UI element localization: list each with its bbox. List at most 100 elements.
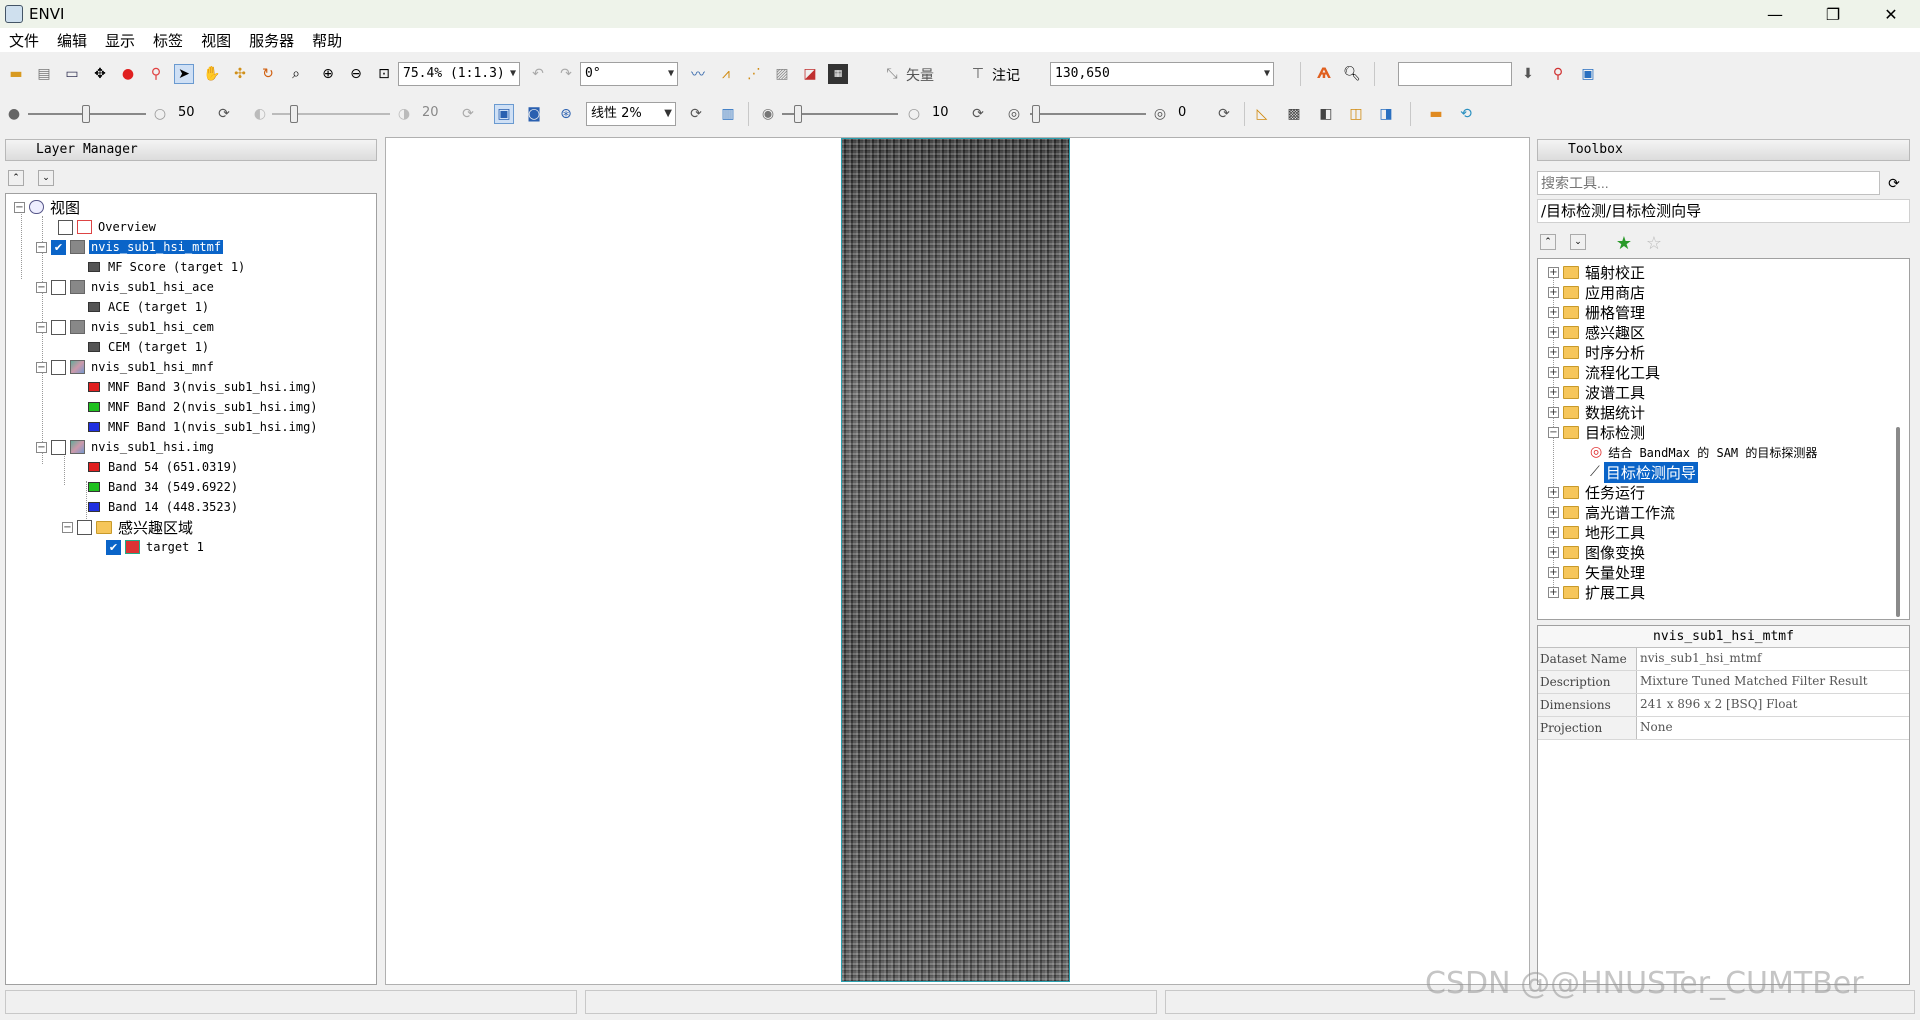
open-folder-icon[interactable]: ▬ bbox=[6, 64, 26, 84]
refresh-contrast-icon[interactable]: ⟳ bbox=[458, 104, 478, 124]
toolbox-folder-statistics[interactable]: 数据统计 bbox=[1583, 402, 1647, 423]
crosshair-icon[interactable]: ✥ bbox=[90, 64, 110, 84]
raster-image[interactable] bbox=[841, 138, 1070, 982]
annotation-label[interactable]: 注记 bbox=[992, 65, 1020, 85]
toolbox-folder-app-store[interactable]: 应用商店 bbox=[1583, 282, 1647, 303]
grid-icon[interactable]: ▦ bbox=[828, 64, 848, 84]
spectrum-icon[interactable]: ⩘ bbox=[716, 64, 736, 84]
layer-mnf[interactable]: nvis_sub1_hsi_mnf bbox=[89, 360, 216, 374]
toolbox-folder-transform[interactable]: 图像变换 bbox=[1583, 542, 1647, 563]
band-14[interactable]: Band 14 (448.3523) bbox=[106, 500, 240, 514]
stretch-combo[interactable]: 线性 2% ▼ bbox=[586, 102, 676, 126]
band-ace[interactable]: ACE (target 1) bbox=[106, 300, 211, 314]
pan-hand-icon[interactable]: ✋ bbox=[202, 64, 222, 84]
menu-help[interactable]: 帮助 bbox=[303, 30, 351, 51]
ace-checkbox[interactable] bbox=[51, 279, 66, 295]
refresh-sharpen-icon[interactable]: ⟳ bbox=[968, 104, 988, 124]
add-favorite-icon[interactable]: ★ bbox=[1614, 233, 1634, 254]
refresh-stretch-icon[interactable]: ⟳ bbox=[686, 104, 706, 124]
download-icon[interactable]: ⬇ bbox=[1518, 64, 1538, 84]
tree-root-view[interactable]: 视图 bbox=[48, 197, 82, 218]
display-icon[interactable]: ▭ bbox=[62, 64, 82, 84]
collapse-all-icon[interactable]: ⌃ bbox=[8, 170, 24, 186]
toolbox-folder-task[interactable]: 任务运行 bbox=[1583, 482, 1647, 503]
overview-checkbox[interactable] bbox=[58, 219, 73, 235]
location-pin-icon[interactable]: ⚲ bbox=[1548, 64, 1568, 84]
band-mf-score[interactable]: MF Score (target 1) bbox=[106, 260, 247, 274]
toolbox-folder-roi[interactable]: 感兴趣区 bbox=[1583, 322, 1647, 343]
histogram-icon[interactable]: ▥ bbox=[718, 104, 738, 124]
toolbox-target-wizard[interactable]: 目标检测向导 bbox=[1603, 461, 1698, 483]
toolbox-folder-raster-mgmt[interactable]: 栅格管理 bbox=[1583, 302, 1647, 323]
roi-icon[interactable]: ◪ bbox=[800, 64, 820, 84]
layer-hsi-img[interactable]: nvis_sub1_hsi.img bbox=[89, 440, 216, 454]
close-button[interactable]: ✕ bbox=[1862, 0, 1920, 28]
fly-icon[interactable]: ✣ bbox=[230, 64, 250, 84]
image-icon[interactable]: ▩ bbox=[1284, 104, 1304, 124]
sharpen-slider[interactable] bbox=[782, 105, 898, 123]
layers-icon[interactable]: ▣ bbox=[1578, 64, 1598, 84]
toolbox-search-input[interactable] bbox=[1537, 171, 1880, 195]
zoom-combo[interactable]: 75.4% (1:1.3) ▼ bbox=[398, 62, 520, 86]
ruler-icon[interactable]: ◺ bbox=[1252, 104, 1272, 124]
layer-ace[interactable]: nvis_sub1_hsi_ace bbox=[89, 280, 216, 294]
band-34[interactable]: Band 34 (549.6922) bbox=[106, 480, 240, 494]
hsi-checkbox[interactable] bbox=[51, 439, 66, 455]
toolbox-folder-hyperspectral[interactable]: 高光谱工作流 bbox=[1583, 502, 1677, 523]
stretch-view-icon[interactable]: ▣ bbox=[494, 104, 514, 124]
vector-icon[interactable]: ⤡ bbox=[882, 64, 902, 84]
toolbox-folder-terrain[interactable]: 地形工具 bbox=[1583, 522, 1647, 543]
minimize-button[interactable]: — bbox=[1746, 0, 1804, 28]
rotate-right-icon[interactable]: ↷ bbox=[556, 64, 576, 84]
mtmf-checkbox[interactable]: ✔ bbox=[51, 239, 66, 255]
cem-checkbox[interactable] bbox=[51, 319, 66, 335]
roi-folder[interactable]: 感兴趣区域 bbox=[116, 517, 195, 538]
toolbox-folder-workflow[interactable]: 流程化工具 bbox=[1583, 362, 1662, 383]
rotate-left-icon[interactable]: ↶ bbox=[528, 64, 548, 84]
band-mnf-blue[interactable]: MNF Band 1(nvis_sub1_hsi.img) bbox=[106, 420, 320, 434]
band-cem[interactable]: CEM (target 1) bbox=[106, 340, 211, 354]
toolbox-folder-vector[interactable]: 矢量处理 bbox=[1583, 562, 1647, 583]
zoom-out-icon[interactable]: ⊖ bbox=[346, 64, 366, 84]
zoom-fit-icon[interactable]: ⊡ bbox=[374, 64, 394, 84]
zoom-in-icon[interactable]: ⊕ bbox=[318, 64, 338, 84]
layer-cem[interactable]: nvis_sub1_hsi_cem bbox=[89, 320, 216, 334]
chip-icon[interactable]: ▬ bbox=[1426, 104, 1446, 124]
toolbox-sam-bandmax[interactable]: 结合 BandMax 的 SAM 的目标探测器 bbox=[1606, 444, 1819, 461]
band-54[interactable]: Band 54 (651.0319) bbox=[106, 460, 240, 474]
refresh-transparency-icon[interactable]: ⟳ bbox=[1214, 104, 1234, 124]
pin-icon[interactable]: ⚲ bbox=[146, 64, 166, 84]
spectral-profile-icon[interactable]: 〰 bbox=[688, 64, 708, 84]
select-arrow-icon[interactable]: ➤ bbox=[174, 64, 194, 84]
layer-overview[interactable]: Overview bbox=[96, 220, 158, 234]
rotate-icon[interactable]: ↻ bbox=[258, 64, 278, 84]
full-extent-icon[interactable]: ⊛ bbox=[556, 104, 576, 124]
contrast-slider[interactable] bbox=[272, 105, 390, 123]
clipboard-icon[interactable]: ▤ bbox=[34, 64, 54, 84]
toolbox-folder-extensions[interactable]: 扩展工具 bbox=[1583, 582, 1647, 603]
menu-file[interactable]: 文件 bbox=[0, 30, 48, 51]
export-icon[interactable]: ⟲ bbox=[1456, 104, 1476, 124]
toolbox-expand-icon[interactable]: ⌄ bbox=[1570, 234, 1586, 250]
layer-mtmf[interactable]: nvis_sub1_hsi_mtmf bbox=[89, 240, 224, 254]
arcgis-icon[interactable]: Ѧ bbox=[1314, 64, 1334, 84]
record-icon[interactable]: ● bbox=[118, 64, 138, 84]
toolbox-collapse-icon[interactable]: ⌃ bbox=[1540, 234, 1556, 250]
roi-folder-checkbox[interactable] bbox=[77, 519, 92, 535]
location-combo[interactable]: 130,650 ▼ bbox=[1050, 62, 1274, 86]
blend-icon[interactable]: ◧ bbox=[1316, 104, 1336, 124]
menu-edit[interactable]: 编辑 bbox=[48, 30, 96, 51]
zoom-icon[interactable]: ⌕ bbox=[286, 64, 306, 84]
toolbox-folder-spectral[interactable]: 波谱工具 bbox=[1583, 382, 1647, 403]
stretch-data-icon[interactable]: ◙ bbox=[524, 104, 544, 124]
toolbox-folder-radiometric[interactable]: 辐射校正 bbox=[1583, 262, 1647, 283]
toolbox-folder-time-series[interactable]: 时序分析 bbox=[1583, 342, 1647, 363]
menu-server[interactable]: 服务器 bbox=[240, 30, 303, 51]
swipe-icon[interactable]: ◨ bbox=[1376, 104, 1396, 124]
maximize-button[interactable]: ❐ bbox=[1804, 0, 1862, 28]
menu-display[interactable]: 显示 bbox=[96, 30, 144, 51]
toolbar-search-input[interactable] bbox=[1398, 62, 1512, 86]
band-mnf-red[interactable]: MNF Band 3(nvis_sub1_hsi.img) bbox=[106, 380, 320, 394]
menu-label[interactable]: 标签 bbox=[144, 30, 192, 51]
remove-favorite-icon[interactable]: ☆ bbox=[1644, 233, 1664, 254]
